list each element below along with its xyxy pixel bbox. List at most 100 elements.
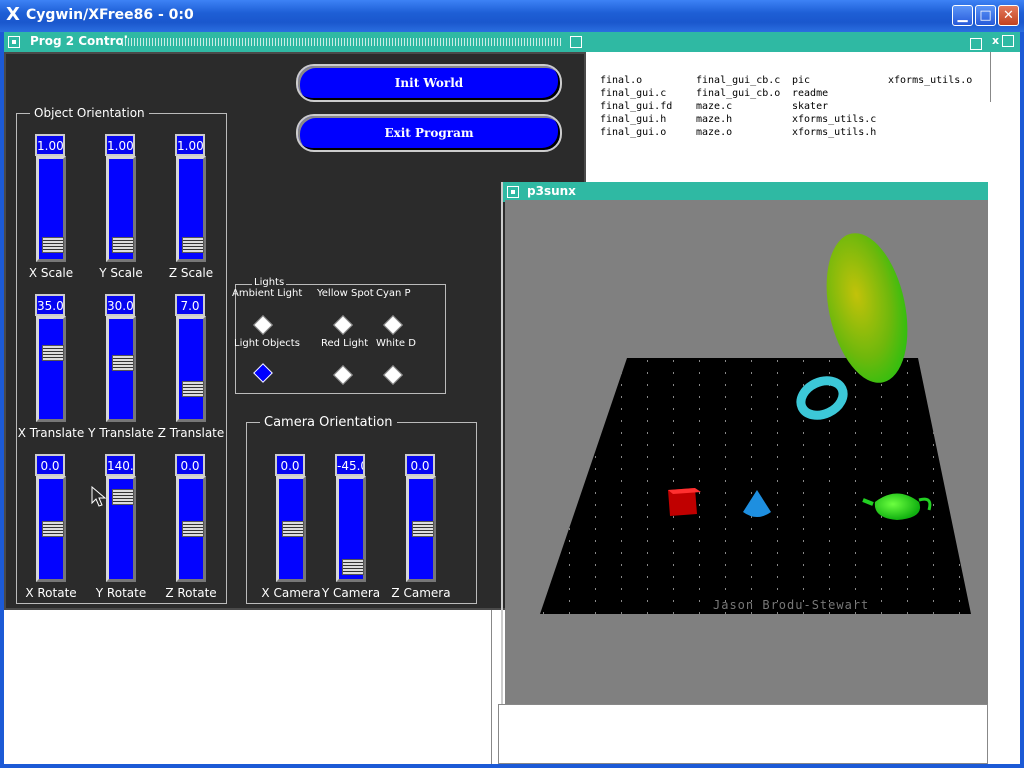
gl-window-titlebar[interactable]: p3sunx xyxy=(503,182,1006,202)
slider-value[interactable]: -45.0 xyxy=(335,454,365,476)
slider-track[interactable] xyxy=(36,476,66,582)
outer-titlebar[interactable]: X Cygwin/XFree86 - 0:0 ▁ □ ✕ xyxy=(0,0,1024,32)
light-objects-label: Light Objects xyxy=(234,338,300,349)
slider-track[interactable] xyxy=(106,476,136,582)
slider-thumb[interactable] xyxy=(412,521,434,537)
slider-value[interactable]: 1.00 xyxy=(35,134,65,156)
file-entry: xforms_utils.c xyxy=(792,114,877,125)
extra-window-titlebar[interactable]: x xyxy=(990,32,1020,52)
slider-value[interactable]: 0.0 xyxy=(405,454,435,476)
control-window-iconify-icon[interactable] xyxy=(8,36,20,48)
slider-track[interactable] xyxy=(176,316,206,422)
slider-label: Z Translate xyxy=(157,426,225,440)
file-column-2: final_gui_cb.c final_gui_cb.o maze.c maz… xyxy=(696,74,780,139)
minimize-icon: ▁ xyxy=(957,8,968,23)
credit-text: Jason Brodu-Stewart xyxy=(713,598,870,612)
outer-window-title: Cygwin/XFree86 - 0:0 xyxy=(26,7,194,23)
z-scale-slider[interactable]: 1.00 Z Scale xyxy=(169,134,213,284)
slider-value[interactable]: 1.00 xyxy=(105,134,135,156)
file-entry: final_gui_cb.c xyxy=(696,75,781,86)
gl-window-iconify-icon[interactable] xyxy=(507,186,519,198)
file-window-resize-icon[interactable] xyxy=(970,38,982,50)
slider-thumb[interactable] xyxy=(112,489,134,505)
slider-thumb[interactable] xyxy=(182,521,204,537)
slider-thumb[interactable] xyxy=(282,521,304,537)
control-window-title: Prog 2 Control xyxy=(30,34,128,48)
y-translate-slider[interactable]: 30.0 Y Translate xyxy=(88,294,154,444)
extra-window-title: x xyxy=(992,34,1000,47)
empty-window-area xyxy=(4,610,492,764)
ambient-light-label: Ambient Light xyxy=(232,288,303,299)
file-entry: final_gui.h xyxy=(600,114,667,125)
gl-window-title: p3sunx xyxy=(527,184,576,198)
slider-value[interactable]: 140.4 xyxy=(105,454,135,476)
y-camera-slider[interactable]: -45.0 Y Camera xyxy=(322,454,380,604)
red-light-label: Red Light xyxy=(321,338,369,349)
file-entry: pic xyxy=(792,75,811,86)
slider-thumb[interactable] xyxy=(112,355,134,371)
file-entry: final_gui.fd xyxy=(600,101,673,112)
extra-window-resize-icon[interactable] xyxy=(1002,35,1014,47)
desktop-background xyxy=(988,182,1020,764)
white-d-label: White D xyxy=(376,338,416,349)
slider-value[interactable]: 0.0 xyxy=(275,454,305,476)
y-scale-slider[interactable]: 1.00 Y Scale xyxy=(99,134,143,284)
slider-value[interactable]: 30.0 xyxy=(105,294,135,316)
slider-value[interactable]: 7.0 xyxy=(175,294,205,316)
slider-value[interactable]: 0.0 xyxy=(175,454,205,476)
window-frame-right xyxy=(1020,32,1024,768)
file-column-1: final.o final_gui.c final_gui.fd final_g… xyxy=(600,74,672,139)
slider-track[interactable] xyxy=(106,156,136,262)
x-translate-slider[interactable]: 35.0 X Translate xyxy=(18,294,84,444)
slider-thumb[interactable] xyxy=(342,559,364,575)
x-rotate-slider[interactable]: 0.0 X Rotate xyxy=(25,454,77,604)
z-camera-slider[interactable]: 0.0 Z Camera xyxy=(391,454,451,604)
control-window-resize-icon[interactable] xyxy=(570,36,582,48)
file-column-4: xforms_utils.o xyxy=(888,74,972,87)
slider-track[interactable] xyxy=(106,316,136,422)
slider-track[interactable] xyxy=(36,316,66,422)
slider-track[interactable] xyxy=(336,476,366,582)
gl-window-border xyxy=(501,182,503,712)
minimize-button[interactable]: ▁ xyxy=(952,5,973,26)
slider-value[interactable]: 0.0 xyxy=(35,454,65,476)
x-camera-slider[interactable]: 0.0 X Camera xyxy=(261,454,321,604)
object-orientation-title: Object Orientation xyxy=(30,106,149,120)
file-entry: skater xyxy=(792,101,829,112)
close-icon: ✕ xyxy=(1003,8,1014,23)
slider-track[interactable] xyxy=(36,156,66,262)
close-button[interactable]: ✕ xyxy=(998,5,1019,26)
slider-thumb[interactable] xyxy=(182,381,204,397)
slider-thumb[interactable] xyxy=(112,237,134,253)
slider-track[interactable] xyxy=(176,476,206,582)
x-scale-slider[interactable]: 1.00 X Scale xyxy=(29,134,73,284)
z-rotate-slider[interactable]: 0.0 Z Rotate xyxy=(165,454,217,604)
extra-window-body xyxy=(990,52,1020,102)
z-translate-slider[interactable]: 7.0 Z Translate xyxy=(158,294,224,444)
file-listing: final.o final_gui.c final_gui.fd final_g… xyxy=(588,52,988,182)
slider-label: Z Scale xyxy=(168,266,214,280)
exit-program-button[interactable]: Exit Program xyxy=(296,114,562,152)
slider-thumb[interactable] xyxy=(42,345,64,361)
init-world-button[interactable]: Init World xyxy=(296,64,562,102)
file-entry: final_gui.c xyxy=(600,88,667,99)
y-rotate-slider[interactable]: 140.4 Y Rotate xyxy=(96,454,146,604)
maximize-button[interactable]: □ xyxy=(975,5,996,26)
slider-value[interactable]: 1.00 xyxy=(175,134,205,156)
control-window-titlebar[interactable]: Prog 2 Control xyxy=(4,32,586,52)
slider-thumb[interactable] xyxy=(42,521,64,537)
camera-orientation-title: Camera Orientation xyxy=(260,415,397,430)
slider-track[interactable] xyxy=(276,476,306,582)
slider-track[interactable] xyxy=(406,476,436,582)
slider-track[interactable] xyxy=(176,156,206,262)
floor-grid xyxy=(540,358,971,614)
file-window-titlebar[interactable] xyxy=(586,32,990,52)
yellow-spot-label: Yellow Spot xyxy=(317,288,374,299)
slider-label: Z Camera xyxy=(391,586,451,600)
slider-thumb[interactable] xyxy=(182,237,204,253)
slider-thumb[interactable] xyxy=(42,237,64,253)
gl-viewport[interactable]: Jason Brodu-Stewart xyxy=(505,200,1005,704)
file-entry: maze.h xyxy=(696,114,733,125)
file-entry: xforms_utils.h xyxy=(792,127,877,138)
slider-value[interactable]: 35.0 xyxy=(35,294,65,316)
